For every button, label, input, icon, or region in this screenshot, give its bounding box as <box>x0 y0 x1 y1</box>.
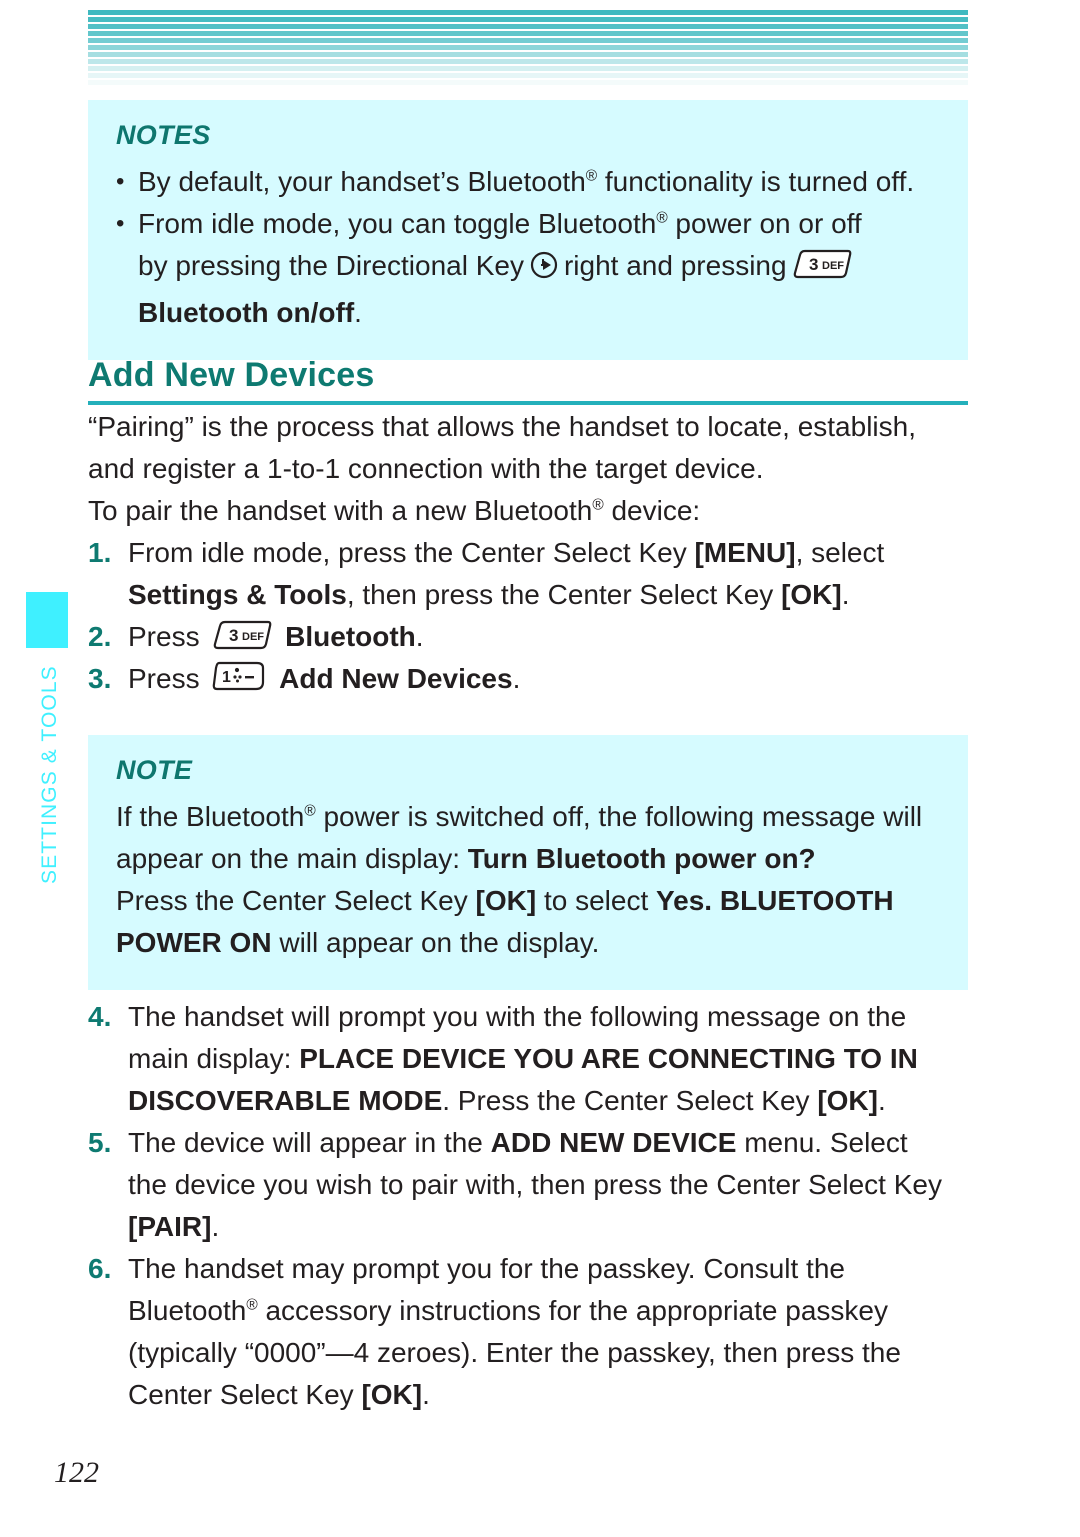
step-6-line-2: Bluetooth® accessory instructions for th… <box>128 1295 888 1326</box>
keypad-3-def-icon: 3 DEF <box>791 247 853 281</box>
note-title: NOTE <box>116 755 193 785</box>
bullet-icon: • <box>116 168 125 195</box>
step-3-add-new-devices-label: Add New Devices <box>279 663 513 694</box>
notes-bullet-2-line-3: Bluetooth on/off. <box>138 297 362 328</box>
step-2-line-1: Press 3 DEF Bluetooth. <box>128 616 968 658</box>
header-stripe <box>88 59 968 64</box>
step-4-line-2: main display: PLACE DEVICE YOU ARE CONNE… <box>128 1043 918 1074</box>
notes-bluetooth-onoff-label: Bluetooth on/off <box>138 297 355 328</box>
step-1-line-1: From idle mode, press the Center Select … <box>128 537 885 568</box>
page-number: 122 <box>54 1456 99 1489</box>
page-title: Add New Devices <box>88 356 375 394</box>
step-5-number: 5. <box>88 1127 112 1158</box>
keypad-3-def-icon: 3 DEF <box>211 618 273 652</box>
steps-group-first: 1. From idle mode, press the Center Sele… <box>88 532 968 700</box>
header-stripe <box>88 73 968 78</box>
step-5-line-3: [PAIR]. <box>128 1211 220 1242</box>
step-6-line-1: The handset may prompt you for the passk… <box>128 1253 845 1284</box>
steps-group-second: 4. The handset will prompt you with the … <box>88 996 968 1416</box>
notes-bullet-1: • By default, your handset’s Bluetooth® … <box>116 161 940 203</box>
step-3-line-1: Press 1 Add New Devices. <box>128 658 968 700</box>
notes-line2-mid: right and pressing <box>563 250 787 281</box>
header-stripe <box>88 24 968 29</box>
header-stripe <box>88 38 968 43</box>
svg-text:3: 3 <box>809 255 818 274</box>
step-5: 5. The device will appear in the ADD NEW… <box>88 1122 968 1248</box>
note-line-4: POWER ON will appear on the display. <box>116 927 600 958</box>
note-line-3: Press the Center Select Key [OK] to sele… <box>116 885 894 916</box>
step-6-number: 6. <box>88 1253 112 1284</box>
directional-key-icon <box>529 250 559 292</box>
step-4-number: 4. <box>88 1001 112 1032</box>
intro-line-1: “Pairing” is the process that allows the… <box>88 411 916 442</box>
notes-bullet-2: • From idle mode, you can toggle Bluetoo… <box>116 203 940 334</box>
notes-callout-box: NOTES • By default, your handset’s Bluet… <box>88 100 968 360</box>
header-stripe <box>88 52 968 57</box>
svg-text:DEF: DEF <box>822 260 844 272</box>
heading-divider <box>88 401 968 405</box>
section-tab-marker <box>26 592 68 648</box>
intro-line-3: To pair the handset with a new Bluetooth… <box>88 495 701 526</box>
note-line-2: appear on the main display: Turn Bluetoo… <box>116 843 816 874</box>
header-stripe <box>88 45 968 50</box>
svg-text:3: 3 <box>229 626 238 645</box>
notes-title: NOTES <box>116 120 211 150</box>
step-4: 4. The handset will prompt you with the … <box>88 996 968 1122</box>
section-tab-label: SETTINGS & TOOLS <box>38 665 61 885</box>
step-6-line-3: (typically “0000”—4 zeroes). Enter the p… <box>128 1337 901 1368</box>
header-stripe <box>88 66 968 71</box>
step-4-line-1: The handset will prompt you with the fol… <box>128 1001 907 1032</box>
step-5-line-2: the device you wish to pair with, then p… <box>128 1169 942 1200</box>
step-4-line-3: DISCOVERABLE MODE. Press the Center Sele… <box>128 1085 886 1116</box>
header-stripe <box>88 80 968 85</box>
step-1: 1. From idle mode, press the Center Sele… <box>88 532 968 616</box>
bullet-icon: • <box>116 210 125 237</box>
header-stripe <box>88 31 968 36</box>
notes-line2-pre: by pressing the Directional Key <box>138 250 524 281</box>
note-line-1: If the Bluetooth® power is switched off,… <box>116 801 923 832</box>
step-6: 6. The handset may prompt you for the pa… <box>88 1248 968 1416</box>
section-heading-block: Add New Devices <box>88 356 968 405</box>
keypad-1-icon: 1 <box>211 658 267 694</box>
notes-bullet-2-line-2: by pressing the Directional Key right and… <box>138 245 940 292</box>
step-1-line-2: Settings & Tools, then press the Center … <box>128 579 850 610</box>
svg-text:DEF: DEF <box>242 631 264 643</box>
section-intro: “Pairing” is the process that allows the… <box>88 406 968 532</box>
notes-bullet-2-line-1: From idle mode, you can toggle Bluetooth… <box>138 208 862 239</box>
step-3-number: 3. <box>88 663 112 694</box>
step-5-line-1: The device will appear in the ADD NEW DE… <box>128 1127 908 1158</box>
header-stripe <box>88 10 968 15</box>
notes-bullet-1-line-1: By default, your handset’s Bluetooth® fu… <box>138 166 915 197</box>
step-2-number: 2. <box>88 621 112 652</box>
intro-line-2: and register a 1-to-1 connection with th… <box>88 453 764 484</box>
step-3: 3. Press 1 Add New Devices. <box>88 658 968 700</box>
page-header-stripes <box>88 10 968 88</box>
note-callout-box: NOTE If the Bluetooth® power is switched… <box>88 735 968 990</box>
header-stripe <box>88 17 968 22</box>
step-2: 2. Press 3 DEF Bluetooth. <box>88 616 968 658</box>
step-2-bluetooth-label: Bluetooth <box>285 621 416 652</box>
step-1-number: 1. <box>88 537 112 568</box>
svg-text:1: 1 <box>222 669 231 686</box>
step-6-line-4: Center Select Key [OK]. <box>128 1379 430 1410</box>
